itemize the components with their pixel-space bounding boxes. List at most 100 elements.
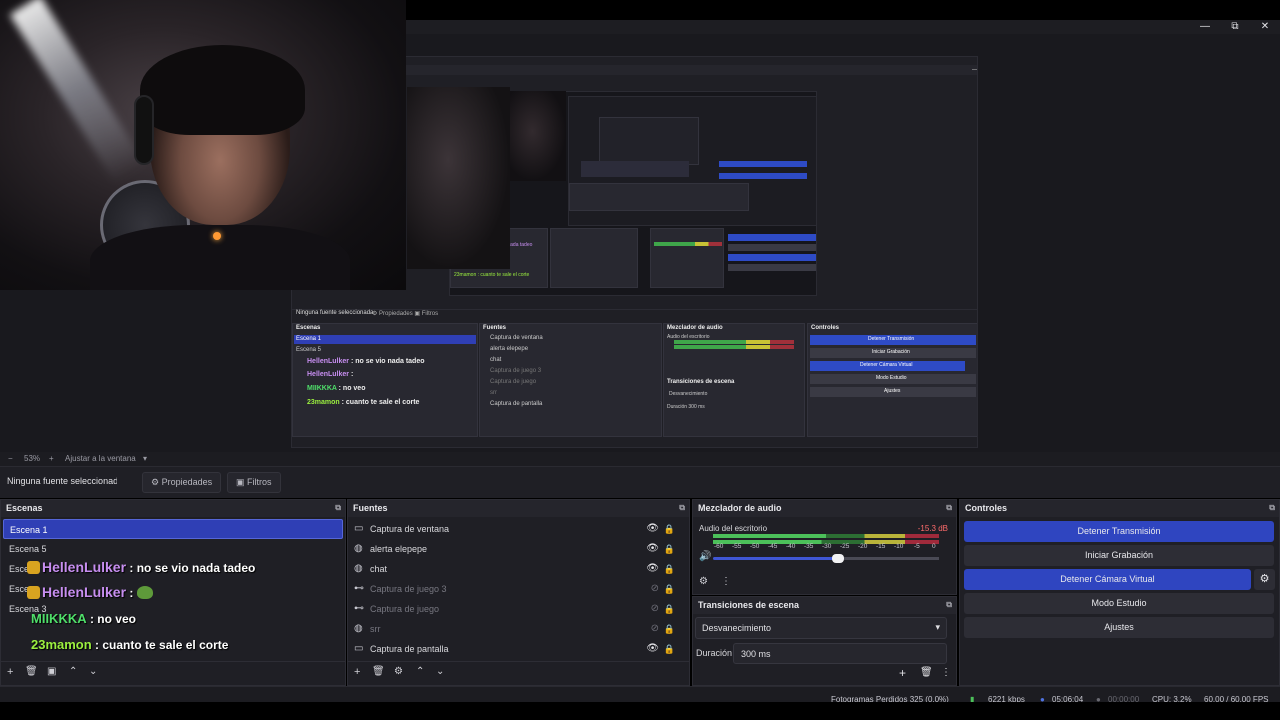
sources-toolbar: + 🗑 ⚙ ⌃ ⌄	[348, 661, 689, 685]
controls-title: Controles ⧉	[960, 500, 1279, 517]
filters-label: Filtros	[247, 477, 272, 487]
lock-icon[interactable]: 🔒	[664, 539, 675, 559]
virtual-camera-settings-gear-icon[interactable]: ⚙	[1254, 569, 1275, 590]
gear-icon[interactable]: ⚙	[394, 666, 403, 677]
bottom-edge	[0, 702, 1280, 720]
lock-icon[interactable]: 🔒	[664, 639, 675, 659]
trash-icon[interactable]: 🗑	[920, 667, 933, 678]
nested-controls-dock: Controles Detener Transmisión Iniciar Gr…	[807, 323, 977, 437]
audio-mixer-dock: Mezclador de audio ⧉ Audio del escritori…	[692, 499, 957, 595]
zoom-dropdown-chevron-icon[interactable]: ▾	[143, 454, 147, 463]
properties-button[interactable]: ⚙ Propiedades	[142, 472, 222, 493]
nested-scenes-dock: Escenas Escena 1 Escena 5 HellenLulker :…	[292, 323, 478, 437]
zoom-out-button[interactable]: −	[8, 454, 13, 463]
volume-slider[interactable]	[713, 557, 939, 560]
undock-icon[interactable]: ⧉	[946, 600, 952, 610]
undock-icon[interactable]: ⧉	[1269, 503, 1275, 513]
trash-icon[interactable]: 🗑	[25, 666, 38, 677]
eye-icon[interactable]: 👁	[646, 539, 659, 559]
source-item[interactable]: ⊷ Captura de juego 3 ⊘ 🔒	[348, 579, 689, 599]
source-name: chat	[370, 564, 388, 574]
nested-window-controls: — ⧉ ✕	[972, 67, 978, 73]
chevron-down-icon: ▾	[935, 622, 940, 632]
start-recording-button[interactable]: Iniciar Grabación	[964, 545, 1274, 566]
volume-slider-handle[interactable]	[832, 554, 844, 563]
nested-no-source: Ninguna fuente seleccionada	[296, 310, 374, 316]
move-down-icon[interactable]: ⌄	[436, 666, 444, 677]
stop-streaming-button[interactable]: Detener Transmisión	[964, 521, 1274, 542]
source-name: Captura de ventana	[370, 524, 450, 534]
eye-icon[interactable]: 👁	[646, 559, 659, 579]
scenes-dock: Escenas ⧉ Escena 1 Escena 5 Escena Escen…	[0, 499, 346, 686]
monitor-icon: ▭	[354, 643, 364, 654]
undock-icon[interactable]: ⧉	[335, 503, 341, 513]
subscriber-badge-icon	[27, 586, 40, 599]
add-icon[interactable]: +	[899, 666, 906, 680]
scene-item[interactable]: Escena 5	[3, 539, 343, 559]
studio-mode-button[interactable]: Modo Estudio	[964, 593, 1274, 614]
eye-hidden-icon[interactable]: ⊘	[651, 599, 659, 619]
subscriber-badge-icon	[27, 561, 40, 574]
transitions-dock: Transiciones de escena ⧉ Desvanecimiento…	[692, 596, 957, 686]
scene-item[interactable]: Escena 1	[3, 519, 343, 539]
window-icon: ▭	[354, 523, 364, 534]
source-item[interactable]: ▭ Captura de ventana 👁 🔒	[348, 519, 689, 539]
source-item[interactable]: ⊷ Captura de juego ⊘ 🔒	[348, 599, 689, 619]
move-up-icon[interactable]: ⌃	[69, 666, 77, 677]
audio-mixer-title: Mezclador de audio ⧉	[693, 500, 956, 517]
source-item[interactable]: ◍ chat 👁 🔒	[348, 559, 689, 579]
move-down-icon[interactable]: ⌄	[89, 666, 97, 677]
zoom-in-button[interactable]: +	[49, 454, 54, 463]
eye-hidden-icon[interactable]: ⊘	[651, 619, 659, 639]
source-item[interactable]: ◍ srr ⊘ 🔒	[348, 619, 689, 639]
filters-button[interactable]: ▣ Filtros	[227, 472, 281, 493]
gear-icon[interactable]: ⚙	[699, 576, 708, 587]
close-button[interactable]: ✕	[1250, 20, 1280, 34]
duration-input[interactable]: 300 ms	[733, 643, 947, 664]
minimize-button[interactable]: —	[1190, 20, 1220, 34]
add-icon[interactable]: +	[354, 666, 360, 678]
eye-icon[interactable]: 👁	[646, 519, 659, 539]
speaker-icon[interactable]: 🔊	[699, 551, 711, 562]
eye-icon[interactable]: 👁	[646, 639, 659, 659]
nested-webcam-2	[510, 91, 566, 181]
sources-title: Fuentes ⧉	[348, 500, 689, 517]
trash-icon[interactable]: 🗑	[372, 666, 385, 677]
settings-button[interactable]: Ajustes	[964, 617, 1274, 638]
source-item[interactable]: ▭ Captura de pantalla 👁 🔒	[348, 639, 689, 659]
gamepad-icon: ⊷	[354, 603, 364, 614]
duration-label: Duración	[696, 648, 733, 658]
maximize-button[interactable]: ⧉	[1220, 20, 1250, 34]
scenes-title: Escenas ⧉	[1, 500, 345, 517]
more-options-icon[interactable]: ⋮	[941, 667, 951, 678]
stop-virtual-camera-button[interactable]: Detener Cámara Virtual	[964, 569, 1251, 590]
lock-icon[interactable]: 🔒	[664, 559, 675, 579]
undock-icon[interactable]: ⧉	[946, 503, 952, 513]
browser-icon: ◍	[354, 543, 363, 554]
chat-line: 23mamon : cuanto te sale el corte	[31, 637, 229, 652]
zoom-fit-label: Ajustar a la ventana	[65, 454, 136, 463]
eye-hidden-icon[interactable]: ⊘	[651, 579, 659, 599]
filter-icon: ▣	[236, 477, 245, 487]
lock-icon[interactable]: 🔒	[664, 599, 675, 619]
undock-icon[interactable]: ⧉	[679, 503, 685, 513]
chat-line: HellenLulker : no se vio nada tadeo	[27, 559, 255, 575]
source-item[interactable]: ◍ alerta elepepe 👁 🔒	[348, 539, 689, 559]
webcam-feed	[0, 0, 406, 290]
more-options-icon[interactable]: ⋮	[721, 576, 731, 587]
lock-icon[interactable]: 🔒	[664, 519, 675, 539]
title-bar	[406, 0, 1280, 20]
filter-icon[interactable]: ▣	[47, 666, 56, 677]
add-icon[interactable]: +	[7, 666, 13, 678]
sources-dock: Fuentes ⧉ ▭ Captura de ventana 👁 🔒 ◍ ale…	[347, 499, 690, 686]
nested-audio-dock: Mezclador de audio Audio del escritorio …	[663, 323, 805, 437]
gear-icon: ⚙	[151, 477, 160, 487]
vu-meter-left	[713, 534, 939, 538]
transition-select[interactable]: Desvanecimiento ▾	[695, 617, 947, 639]
source-name: Captura de juego 3	[370, 584, 447, 594]
nested-webcam	[407, 87, 510, 269]
no-source-label: Ninguna fuente seleccionada	[7, 476, 117, 486]
lock-icon[interactable]: 🔒	[664, 619, 675, 639]
move-up-icon[interactable]: ⌃	[416, 666, 424, 677]
lock-icon[interactable]: 🔒	[664, 579, 675, 599]
